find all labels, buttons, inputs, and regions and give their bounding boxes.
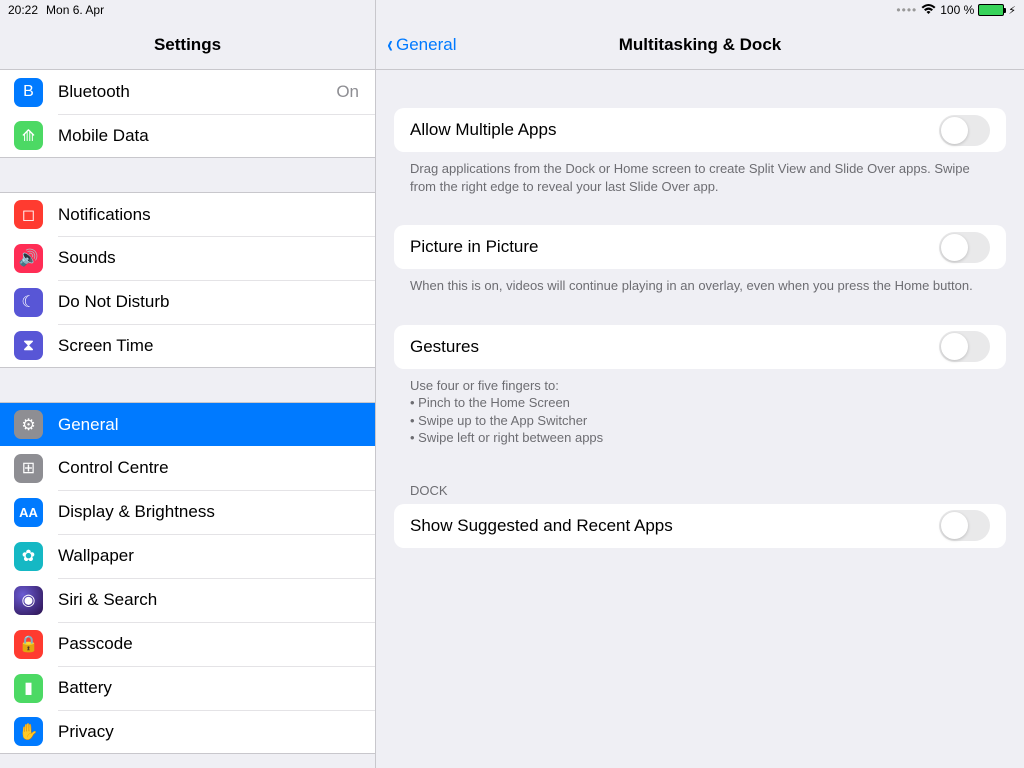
- privacy-icon: ✋: [14, 717, 43, 746]
- bluetooth-icon: B: [14, 78, 43, 107]
- sidebar-item-general[interactable]: ⚙ General: [0, 402, 375, 446]
- status-bar: 20:22 Mon 6. Apr •••• 100 % ⚡︎: [0, 0, 1024, 20]
- battery-icon: ▮: [14, 674, 43, 703]
- gestures-toggle[interactable]: [939, 331, 990, 362]
- wallpaper-icon: ✿: [14, 542, 43, 571]
- wifi-icon: [921, 3, 936, 18]
- sidebar-item-siri-search[interactable]: ◉ Siri & Search: [0, 578, 375, 622]
- detail-pane: ‹ General Multitasking & Dock Allow Mult…: [376, 0, 1024, 768]
- allow-multiple-apps-label: Allow Multiple Apps: [410, 120, 939, 140]
- gestures-footer-1: • Pinch to the Home Screen: [410, 395, 570, 410]
- detail-title: Multitasking & Dock: [619, 35, 781, 55]
- status-time: 20:22: [8, 3, 38, 17]
- picture-in-picture-footer: When this is on, videos will continue pl…: [394, 269, 1006, 295]
- back-button[interactable]: ‹ General: [386, 20, 456, 70]
- gestures-row[interactable]: Gestures: [394, 325, 1006, 369]
- picture-in-picture-row[interactable]: Picture in Picture: [394, 225, 1006, 269]
- display-brightness-icon: AA: [14, 498, 43, 527]
- show-suggested-apps-label: Show Suggested and Recent Apps: [410, 516, 939, 536]
- allow-multiple-apps-footer: Drag applications from the Dock or Home …: [394, 152, 1006, 195]
- picture-in-picture-toggle[interactable]: [939, 232, 990, 263]
- show-suggested-apps-row[interactable]: Show Suggested and Recent Apps: [394, 504, 1006, 548]
- gestures-footer: Use four or five fingers to: • Pinch to …: [394, 369, 1006, 447]
- gestures-footer-3: • Swipe left or right between apps: [410, 430, 603, 445]
- sidebar-item-label: Control Centre: [58, 458, 375, 478]
- sidebar-item-mobile-data[interactable]: ⟰ Mobile Data: [0, 114, 375, 158]
- cellular-icon: ••••: [896, 3, 917, 17]
- siri-search-icon: ◉: [14, 586, 43, 615]
- gestures-footer-2: • Swipe up to the App Switcher: [410, 413, 587, 428]
- status-date: Mon 6. Apr: [46, 3, 104, 17]
- sidebar-item-wallpaper[interactable]: ✿ Wallpaper: [0, 534, 375, 578]
- sidebar-item-label: Bluetooth: [58, 82, 336, 102]
- sidebar-item-display-brightness[interactable]: AA Display & Brightness: [0, 490, 375, 534]
- sidebar-item-label: Display & Brightness: [58, 502, 375, 522]
- sidebar-item-label: Privacy: [58, 722, 375, 742]
- charging-icon: ⚡︎: [1008, 4, 1016, 17]
- show-suggested-apps-toggle[interactable]: [939, 510, 990, 541]
- battery-percent: 100 %: [940, 3, 974, 17]
- sidebar-item-battery[interactable]: ▮ Battery: [0, 666, 375, 710]
- sidebar-item-sounds[interactable]: 🔊 Sounds: [0, 236, 375, 280]
- gestures-label: Gestures: [410, 337, 939, 357]
- sidebar-item-label: Wallpaper: [58, 546, 375, 566]
- dock-section-header: Dock: [394, 483, 1006, 504]
- sidebar-item-label: Screen Time: [58, 336, 375, 356]
- notifications-icon: ◻: [14, 200, 43, 229]
- sidebar-item-bluetooth[interactable]: B BluetoothOn: [0, 70, 375, 114]
- chevron-left-icon: ‹: [387, 31, 393, 59]
- sidebar-item-value: On: [336, 82, 359, 102]
- sidebar-item-privacy[interactable]: ✋ Privacy: [0, 710, 375, 754]
- general-icon: ⚙: [14, 410, 43, 439]
- sidebar-item-label: Mobile Data: [58, 126, 375, 146]
- sidebar-item-label: Battery: [58, 678, 375, 698]
- passcode-icon: 🔒: [14, 630, 43, 659]
- settings-sidebar: Settings B BluetoothOn ⟰ Mobile Data ◻ Notifi…: [0, 0, 376, 768]
- sidebar-item-passcode[interactable]: 🔒 Passcode: [0, 622, 375, 666]
- battery-icon: [978, 4, 1004, 16]
- sidebar-item-notifications[interactable]: ◻ Notifications: [0, 192, 375, 236]
- allow-multiple-apps-toggle[interactable]: [939, 115, 990, 146]
- sidebar-item-label: General: [58, 415, 375, 435]
- gestures-footer-head: Use four or five fingers to:: [410, 378, 559, 393]
- back-label: General: [396, 35, 456, 55]
- mobile-data-icon: ⟰: [14, 121, 43, 150]
- sidebar-title: Settings: [154, 35, 221, 55]
- sidebar-item-label: Notifications: [58, 205, 375, 225]
- allow-multiple-apps-row[interactable]: Allow Multiple Apps: [394, 108, 1006, 152]
- sidebar-item-control-centre[interactable]: ⊞ Control Centre: [0, 446, 375, 490]
- do-not-disturb-icon: ☾: [14, 288, 43, 317]
- control-centre-icon: ⊞: [14, 454, 43, 483]
- sidebar-item-label: Siri & Search: [58, 590, 375, 610]
- screen-time-icon: ⧗: [14, 331, 43, 360]
- sidebar-item-label: Sounds: [58, 248, 375, 268]
- sidebar-item-screen-time[interactable]: ⧗ Screen Time: [0, 324, 375, 368]
- sounds-icon: 🔊: [14, 244, 43, 273]
- sidebar-item-label: Do Not Disturb: [58, 292, 375, 312]
- sidebar-item-do-not-disturb[interactable]: ☾ Do Not Disturb: [0, 280, 375, 324]
- picture-in-picture-label: Picture in Picture: [410, 237, 939, 257]
- sidebar-item-label: Passcode: [58, 634, 375, 654]
